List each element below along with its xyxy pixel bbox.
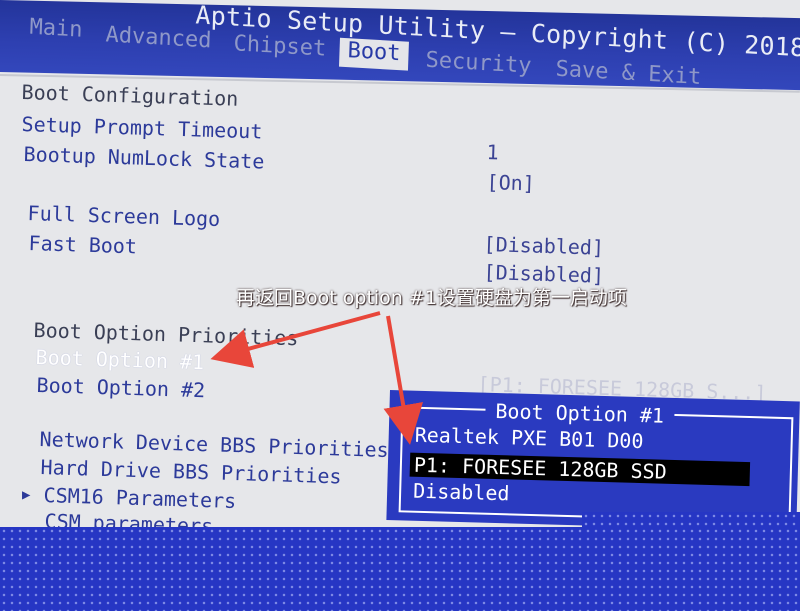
boot-option-1-label[interactable]: Boot Option #1 [35,345,204,374]
tab-save-exit[interactable]: Save & Exit [555,57,701,90]
decorative-band-notch [582,512,800,528]
tab-boot[interactable]: Boot [338,37,409,71]
setup-prompt-timeout-value[interactable]: 1 [486,140,499,164]
boot-option-popup[interactable]: Boot Option #1 Realtek PXE B01 D00 P1: F… [386,390,800,532]
boot-option-2-label[interactable]: Boot Option #2 [36,373,205,402]
full-screen-logo-label[interactable]: Full Screen Logo [27,201,220,231]
bootup-numlock-state-label[interactable]: Bootup NumLock State [23,142,264,174]
tab-security[interactable]: Security [425,48,532,79]
section-boot-configuration: Boot Configuration [21,80,239,111]
fast-boot-label[interactable]: Fast Boot [28,231,137,258]
setup-prompt-timeout-label[interactable]: Setup Prompt Timeout [21,112,262,144]
tab-advanced[interactable]: Advanced [105,22,212,53]
csm16-parameters-link[interactable]: CSM16 Parameters [43,483,236,513]
tab-main[interactable]: Main [29,15,83,43]
popup-option-disabled[interactable]: Disabled [409,479,514,506]
bios-screen: Aptio Setup Utility – Copyright (C) 2018… [0,0,800,611]
full-screen-logo-value[interactable]: [Disabled] [483,232,604,260]
decorative-bottom-band [0,527,800,611]
bootup-numlock-state-value[interactable]: [On] [486,170,535,196]
annotation-caption: 再返回Boot option #1设置硬盘为第一启动项 [236,287,627,309]
tab-chipset[interactable]: Chipset [233,31,327,61]
submenu-arrow-icon: ▶ [22,487,31,503]
